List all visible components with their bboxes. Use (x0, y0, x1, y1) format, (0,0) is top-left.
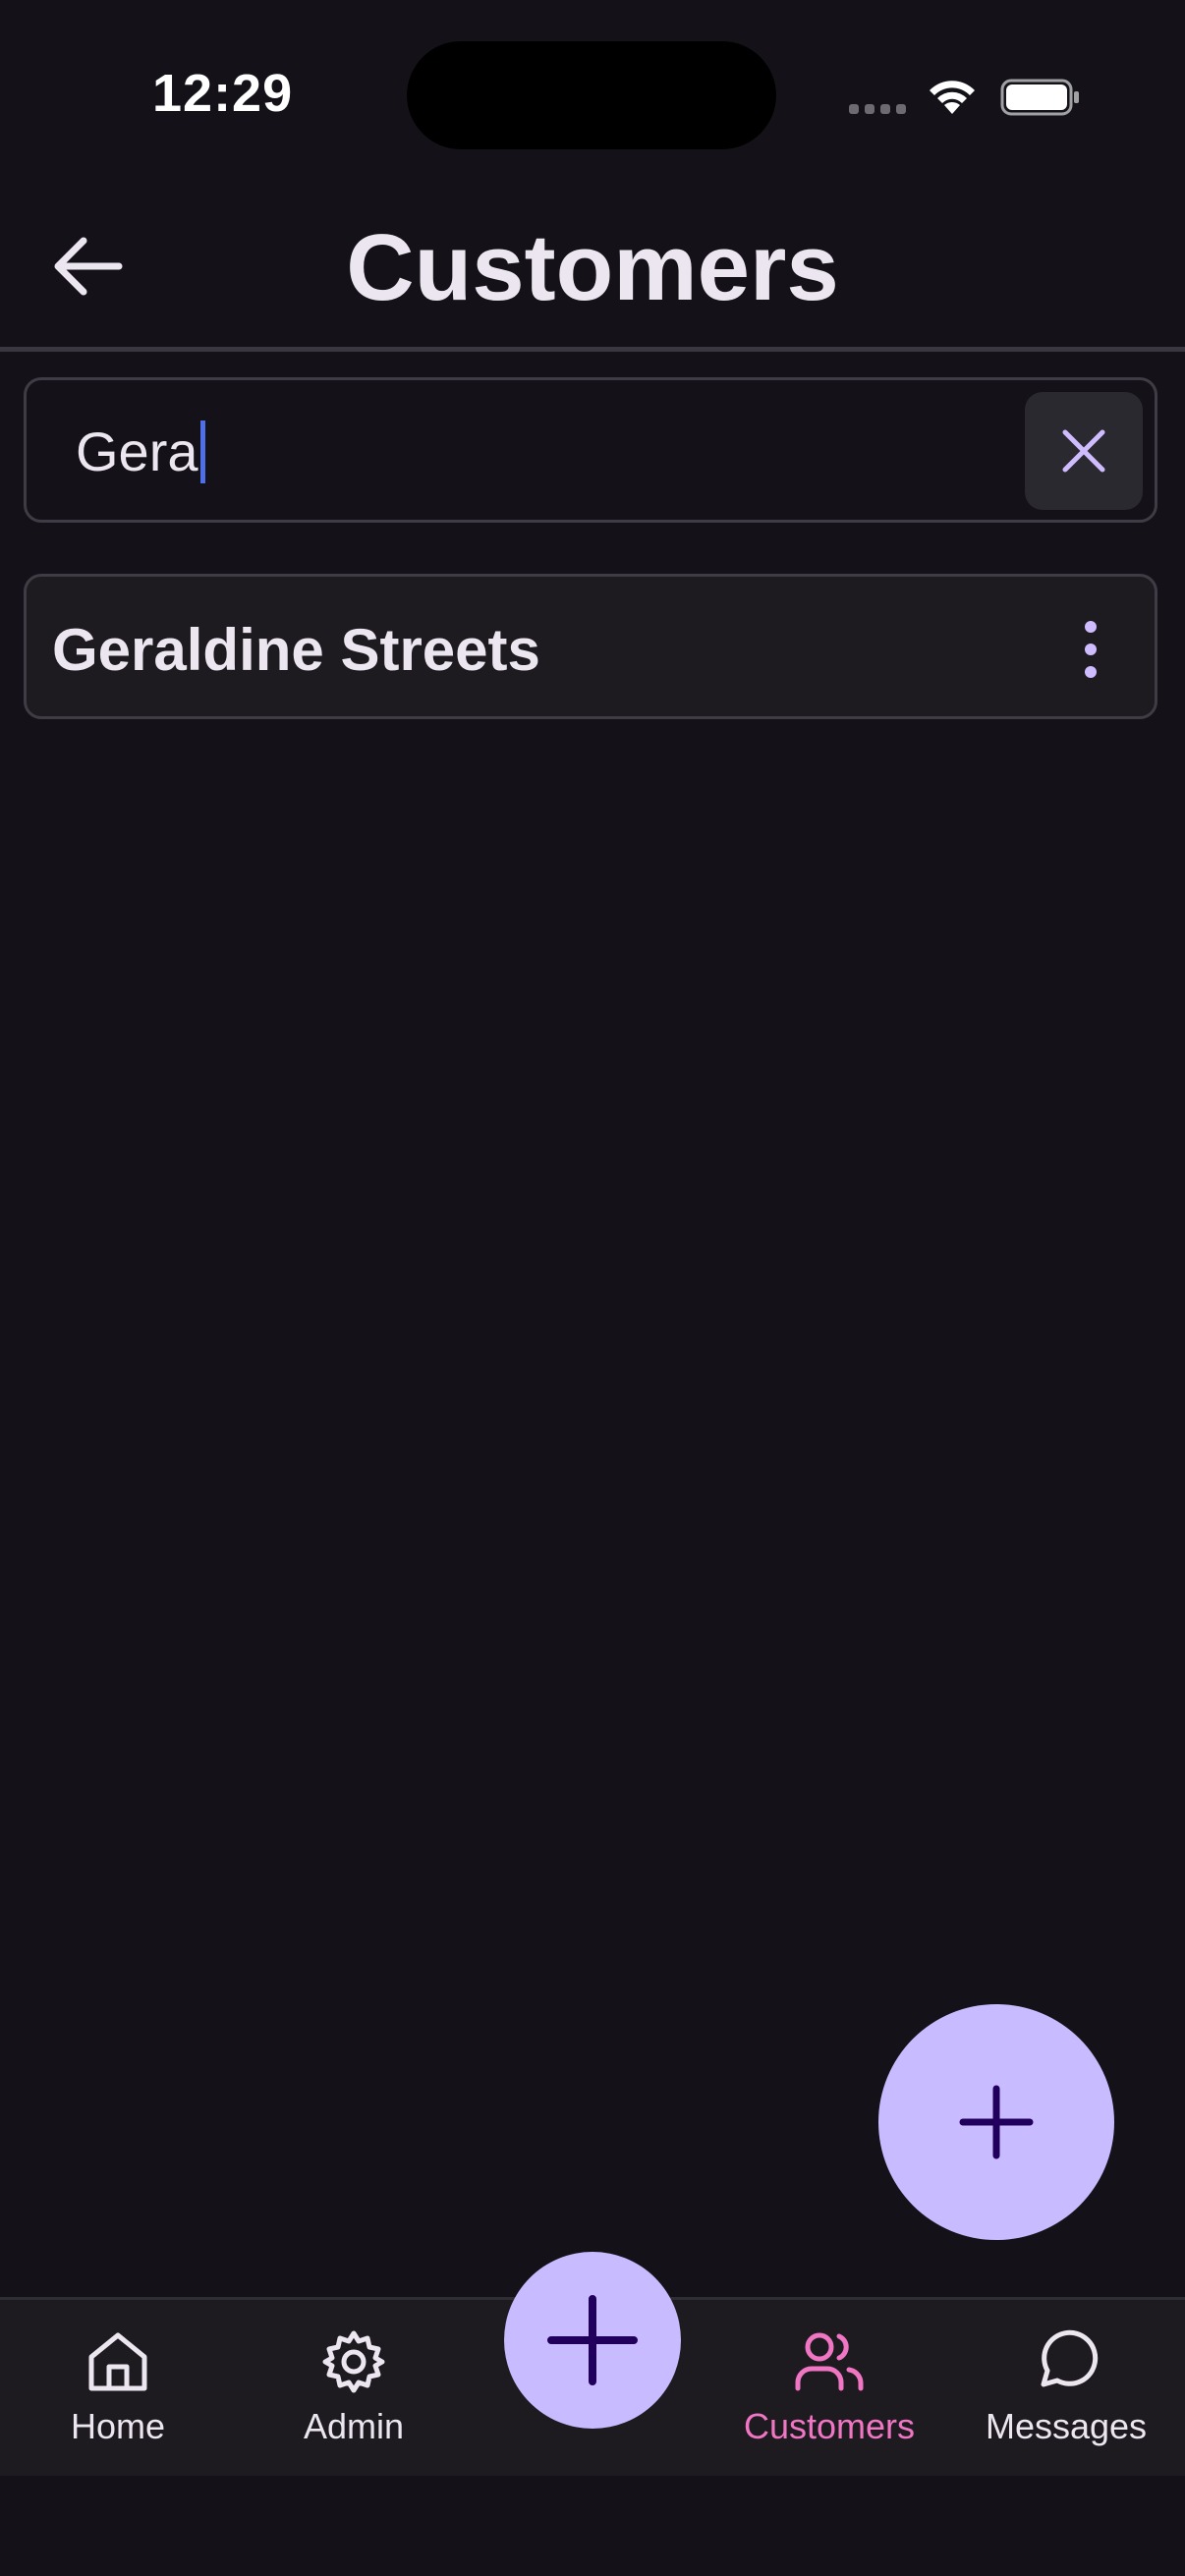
nav-item-home[interactable]: Home (10, 2327, 226, 2447)
nav-label-admin: Admin (303, 2406, 405, 2446)
nav-label-home: Home (70, 2406, 166, 2446)
cellular-signal-icon (849, 104, 906, 114)
dynamic-island (407, 41, 776, 149)
add-customer-button[interactable] (878, 2004, 1114, 2240)
close-icon (1062, 429, 1105, 473)
status-time: 12:29 (152, 64, 294, 123)
customer-name: Geraldine Streets (52, 617, 540, 683)
message-circle-icon (1041, 2329, 1099, 2387)
wifi-icon (930, 81, 975, 114)
plus-icon (547, 2295, 638, 2385)
more-options-button[interactable] (1056, 600, 1125, 699)
nav-label-customers: Customers (743, 2406, 916, 2446)
home-indicator-area (0, 2476, 1185, 2576)
header-divider (0, 347, 1185, 352)
text-caret (199, 420, 205, 483)
users-icon (795, 2332, 864, 2391)
nav-item-admin[interactable]: Admin (246, 2327, 462, 2447)
plus-icon (959, 2085, 1034, 2159)
search-text: Gera (76, 420, 198, 482)
nav-item-messages[interactable]: Messages (958, 2327, 1174, 2447)
clear-search-button[interactable] (1025, 392, 1143, 510)
battery-icon (1000, 79, 1079, 116)
gear-icon (322, 2330, 385, 2393)
customers-screen: 12:29 Customers Gera Geraldine Streets H… (0, 0, 1185, 2576)
nav-item-customers[interactable]: Customers (721, 2327, 937, 2447)
page-title: Customers (346, 215, 839, 320)
nav-add-button[interactable] (504, 2252, 681, 2429)
list-item[interactable]: Geraldine Streets (24, 574, 1157, 719)
search-input-value[interactable]: Gera (76, 420, 205, 483)
nav-label-messages: Messages (985, 2406, 1148, 2446)
home-icon (88, 2332, 147, 2391)
search-input[interactable]: Gera (24, 377, 1157, 523)
more-vertical-icon (1085, 621, 1097, 633)
